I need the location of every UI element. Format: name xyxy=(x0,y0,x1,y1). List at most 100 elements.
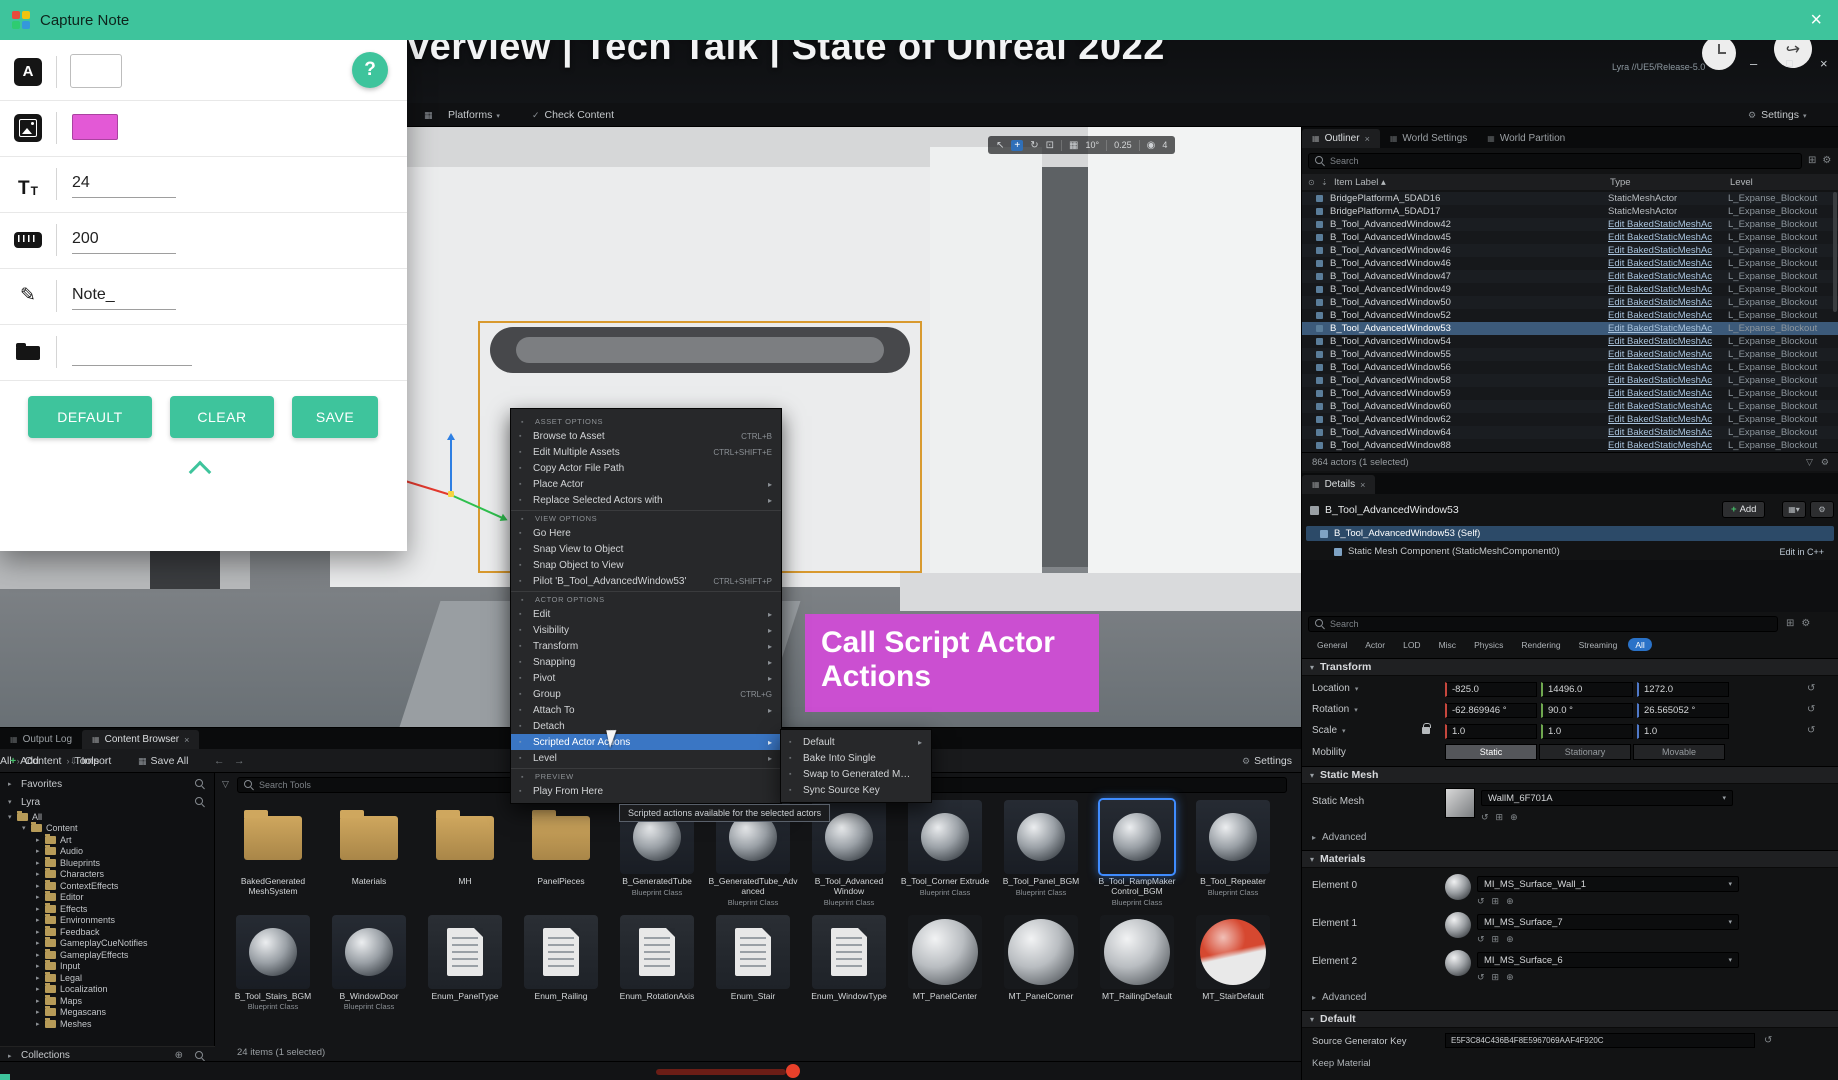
asset-tile[interactable]: Materials xyxy=(324,800,414,907)
asset-tile[interactable]: Enum_WindowType xyxy=(804,915,894,1012)
outliner-row[interactable]: B_Tool_AdvancedWindow60 Edit BakedStatic… xyxy=(1302,400,1838,413)
folder-tree-item[interactable]: All xyxy=(0,811,215,823)
mobility-option[interactable]: Movable xyxy=(1633,744,1725,760)
check-content-button[interactable]: ✓Check Content xyxy=(532,103,614,127)
scale-snap-value[interactable]: 0.25 xyxy=(1114,140,1132,150)
folder-tree-item[interactable]: Blueprints xyxy=(0,857,215,869)
close-tab-icon[interactable]: × xyxy=(1365,134,1370,144)
tree-caret-icon[interactable] xyxy=(8,813,17,821)
category-chip[interactable]: Actor xyxy=(1358,638,1392,651)
details-search[interactable] xyxy=(1308,616,1778,632)
submenu-item[interactable]: Bake Into Single xyxy=(781,750,931,766)
folder-tree-item[interactable]: GameplayEffects xyxy=(0,949,215,961)
asset-tile[interactable]: B_Tool_Panel_BGM Blueprint Class xyxy=(996,800,1086,907)
material-thumbnail[interactable] xyxy=(1445,912,1471,938)
clock-icon[interactable] xyxy=(1702,36,1736,70)
asset-tile[interactable]: Enum_RotationAxis xyxy=(612,915,702,1012)
scrollbar[interactable] xyxy=(1833,192,1837,312)
outliner-search-input[interactable] xyxy=(1330,156,1795,166)
z-value-field[interactable]: 1.0 xyxy=(1637,724,1729,739)
tree-caret-icon[interactable] xyxy=(36,928,45,936)
use-selected-icon[interactable]: ↺ xyxy=(1477,972,1485,983)
edit-in-cpp-link[interactable]: Edit in C++ xyxy=(1779,547,1824,557)
filter-icon[interactable]: ▽ xyxy=(1806,457,1813,468)
mobility-option[interactable]: Static xyxy=(1445,744,1537,760)
z-value-field[interactable]: 26.565052 ° xyxy=(1637,703,1729,718)
transform-section-header[interactable]: Transform xyxy=(1302,658,1838,676)
static-mesh-section-header[interactable]: Static Mesh xyxy=(1302,766,1838,784)
tree-caret-icon[interactable] xyxy=(36,974,45,982)
material-dropdown[interactable]: MI_MS_Surface_7 xyxy=(1477,914,1739,930)
add-button[interactable]: Add xyxy=(10,749,39,773)
context-menu-item[interactable]: Snap View to Object xyxy=(511,541,781,557)
outliner-row[interactable]: B_Tool_AdvancedWindow53 Edit BakedStatic… xyxy=(1302,322,1838,335)
folder-tree-item[interactable]: Characters xyxy=(0,869,215,881)
grid-snap-icon[interactable]: ▦ xyxy=(1069,140,1078,151)
browse-icon[interactable]: ⊞ xyxy=(1492,896,1500,907)
content-browser-settings[interactable]: ⚙Settings xyxy=(1242,749,1292,773)
tree-caret-icon[interactable] xyxy=(36,951,45,959)
y-value-field[interactable]: 1.0 xyxy=(1541,724,1633,739)
material-thumbnail[interactable] xyxy=(1445,950,1471,976)
add-collection-icon[interactable]: ⊕ xyxy=(175,1050,183,1061)
asset-tile[interactable]: B_Tool_Stairs_BGM Blueprint Class xyxy=(228,915,318,1012)
column-item-label[interactable]: Item Label ▴ xyxy=(1334,177,1610,188)
context-menu-item[interactable]: Visibility ▸ xyxy=(511,622,781,638)
use-selected-icon[interactable]: ↺ xyxy=(1477,934,1485,945)
asset-tile[interactable]: Enum_Stair xyxy=(708,915,798,1012)
outliner-row[interactable]: B_Tool_AdvancedWindow64 Edit BakedStatic… xyxy=(1302,426,1838,439)
reset-icon[interactable]: ↺ xyxy=(1807,725,1815,736)
context-menu-item[interactable]: ACTOR OPTIONS xyxy=(511,591,781,606)
panel-tab[interactable]: World Settings xyxy=(1380,129,1477,148)
z-value-field[interactable]: 1272.0 xyxy=(1637,682,1729,697)
gear-icon[interactable]: ⚙ xyxy=(1822,155,1831,166)
context-menu-item[interactable]: VIEW OPTIONS xyxy=(511,510,781,525)
asset-tile[interactable]: Enum_Railing xyxy=(516,915,606,1012)
save-button[interactable]: SAVE xyxy=(292,396,378,438)
clear-button[interactable]: CLEAR xyxy=(170,396,274,438)
browse-icon[interactable]: ⊞ xyxy=(1496,812,1504,823)
tree-caret-icon[interactable] xyxy=(36,847,45,855)
panel-tab[interactable]: Content Browser × xyxy=(82,730,199,749)
context-menu-item[interactable]: PREVIEW xyxy=(511,768,781,783)
context-menu-item[interactable]: Snap Object to View xyxy=(511,557,781,573)
grid-icon[interactable]: ▦ xyxy=(424,103,433,127)
outliner-row[interactable]: B_Tool_AdvancedWindow47 Edit BakedStatic… xyxy=(1302,270,1838,283)
folder-tree-item[interactable]: Input xyxy=(0,961,215,973)
category-chip[interactable]: Rendering xyxy=(1514,638,1567,651)
asset-tile[interactable]: MT_StairDefault xyxy=(1188,915,1278,1012)
use-selected-icon[interactable]: ↺ xyxy=(1481,812,1489,823)
outliner-row[interactable]: B_Tool_AdvancedWindow62 Edit BakedStatic… xyxy=(1302,413,1838,426)
context-menu-item[interactable]: ASSET OPTIONS xyxy=(511,413,781,428)
panel-tab[interactable]: Outliner × xyxy=(1302,129,1380,148)
tree-caret-icon[interactable] xyxy=(36,1008,45,1016)
move-tool-icon[interactable]: + xyxy=(1011,140,1023,151)
pin-column-icon[interactable]: ⇣ xyxy=(1321,178,1334,187)
tree-caret-icon[interactable] xyxy=(36,962,45,970)
outliner-row[interactable]: B_Tool_AdvancedWindow49 Edit BakedStatic… xyxy=(1302,283,1838,296)
context-menu-item[interactable]: Edit Multiple Assets CTRL+SHIFT+E xyxy=(511,444,781,460)
asset-tile[interactable]: B_WindowDoor Blueprint Class xyxy=(324,915,414,1012)
save-all-button[interactable]: ▦Save All xyxy=(138,749,188,773)
context-menu-item[interactable]: Transform ▸ xyxy=(511,638,781,654)
transform-row-label[interactable]: Location xyxy=(1312,683,1358,694)
tree-caret-icon[interactable] xyxy=(36,905,45,913)
pick-icon[interactable]: ⊕ xyxy=(1510,812,1518,823)
expand-icon[interactable]: ⊞ xyxy=(1786,618,1794,629)
default-button[interactable]: DEFAULT xyxy=(28,396,152,438)
submenu-item[interactable]: Default ▸ xyxy=(781,734,931,750)
transform-row-label[interactable]: Rotation xyxy=(1312,704,1358,715)
note-text-input[interactable] xyxy=(70,54,122,88)
search-icon[interactable] xyxy=(195,779,205,789)
material-dropdown[interactable]: MI_MS_Surface_6 xyxy=(1477,952,1739,968)
outliner-row[interactable]: B_Tool_AdvancedWindow58 Edit BakedStatic… xyxy=(1302,374,1838,387)
camera-speed-icon[interactable]: ◉ xyxy=(1147,140,1156,151)
folder-tree-item[interactable]: Content xyxy=(0,823,215,835)
column-level[interactable]: Level xyxy=(1730,177,1838,188)
folder-tree-item[interactable]: Localization xyxy=(0,984,215,996)
filter-icon[interactable]: ▽ xyxy=(222,779,229,790)
context-menu-item[interactable]: Place Actor ▸ xyxy=(511,476,781,492)
lock-icon[interactable] xyxy=(1422,727,1430,734)
font-size-input[interactable] xyxy=(72,168,176,198)
context-menu-item[interactable]: Browse to Asset CTRL+B xyxy=(511,428,781,444)
